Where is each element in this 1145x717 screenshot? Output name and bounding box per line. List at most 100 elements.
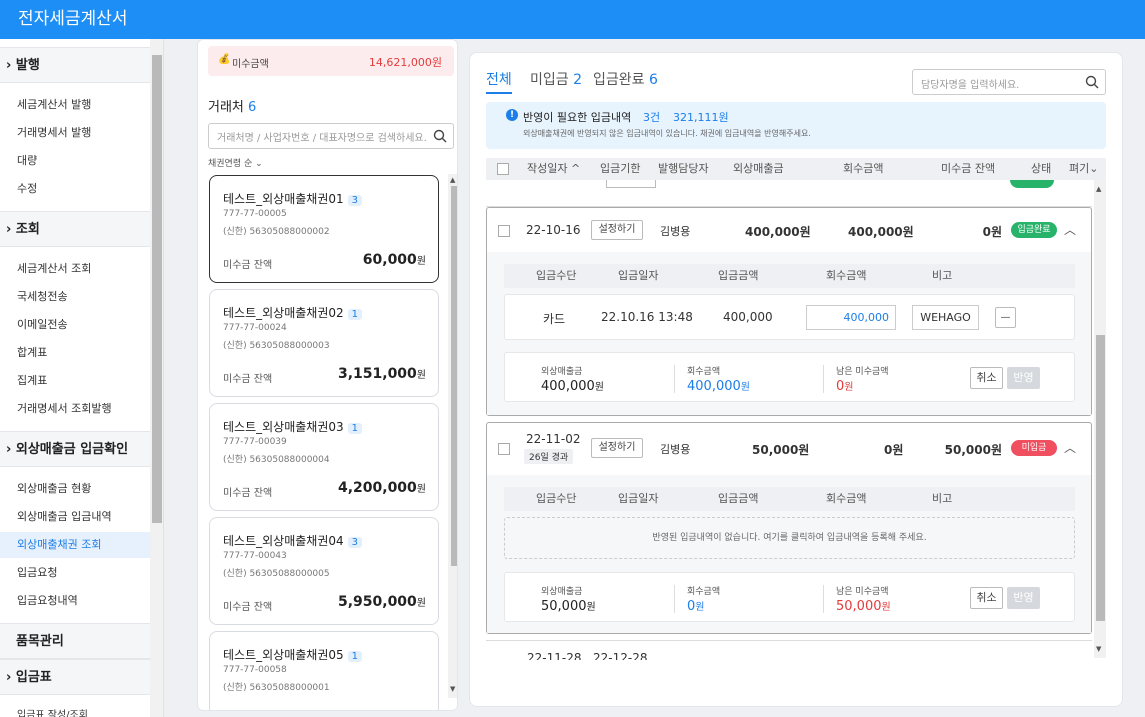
- scroll-up-icon[interactable]: ▲: [1096, 185, 1101, 193]
- tab-unpaid[interactable]: 미입금 2: [530, 69, 582, 89]
- cancel-button[interactable]: 취소: [970, 367, 1003, 389]
- client-card[interactable]: 테스트_외상매출채권05 1 777-77-00058 (신한) 56305088…: [209, 631, 439, 710]
- app-title: 전자세금계산서: [0, 0, 1145, 39]
- sidebar-item[interactable]: 입금요청내역: [0, 588, 150, 614]
- sidebar-item[interactable]: 대량: [0, 148, 150, 174]
- tab-paid[interactable]: 입금완료 6: [593, 69, 658, 89]
- sub-col-method: 입금수단: [536, 269, 577, 282]
- client-name: 테스트_외상매출채권04: [223, 534, 344, 548]
- sum-remain: 50,000원: [836, 598, 891, 614]
- sidebar-section-inquiry[interactable]: › 조회: [0, 211, 150, 247]
- client-list-scrollbar-thumb[interactable]: [451, 186, 457, 566]
- unpaid-label: 미수금액: [232, 59, 269, 70]
- client-card[interactable]: 테스트_외상매출채권02 1 777-77-00024 (신한) 56305088…: [209, 289, 439, 397]
- select-all-checkbox[interactable]: [497, 163, 509, 175]
- col-expand[interactable]: 펴기⌄: [1069, 158, 1098, 180]
- manager-search-input[interactable]: 담당자명을 입력하세요.: [912, 69, 1106, 95]
- sidebar-section-label: 외상매출금 입금확인: [15, 442, 129, 457]
- row-balance: 50,000원: [944, 443, 1002, 457]
- client-panel: 💰 미수금액 14,621,000원 거래처 6 거래처명 / 사업자번호 / …: [197, 39, 458, 711]
- balance-unit: 원: [416, 256, 426, 267]
- sum-collected-label: 회수금액: [687, 367, 721, 377]
- sub-col-collect: 회수금액: [826, 492, 867, 505]
- sidebar-item[interactable]: 외상매출금 현황: [0, 476, 150, 502]
- balance-unit: 원: [416, 598, 426, 609]
- table-row-partial[interactable]: 22-11-28 22-12-28: [486, 640, 1092, 660]
- empty-deposit-message[interactable]: 반영된 입금내역이 없습니다. 여기를 클릭하여 입금내역을 등록해 주세요.: [504, 517, 1075, 559]
- divider: [674, 365, 675, 393]
- deposit-detail: 입금수단 입금일자 입금금액 회수금액 비고 카드 22.10.16 13:48…: [487, 252, 1091, 415]
- deposit-detail: 입금수단 입금일자 입금금액 회수금액 비고 반영된 입금내역이 없습니다. 여…: [487, 475, 1091, 633]
- table-row[interactable]: 22-11-02 26일 경과 설정하기 김병용 50,000원 0원 50,0…: [486, 422, 1092, 634]
- apply-button[interactable]: 반영: [1007, 587, 1040, 609]
- col-manager: 발행담당자: [658, 162, 709, 175]
- sidebar-section-receipt[interactable]: › 입금표: [0, 659, 150, 695]
- sub-col-amount: 입금금액: [718, 269, 759, 282]
- chevron-up-icon[interactable]: ︿: [1064, 221, 1076, 238]
- col-date[interactable]: 작성일자 ^: [527, 158, 580, 180]
- table-row[interactable]: 22-10-16 설정하기 김병용 400,000원 400,000원 0원 입…: [486, 207, 1092, 416]
- chevron-up-icon[interactable]: ︿: [1064, 439, 1076, 456]
- sidebar-item[interactable]: 이메일전송: [0, 312, 150, 338]
- client-card[interactable]: 테스트_외상매출채권03 1 777-77-00039 (신한) 56305088…: [209, 403, 439, 511]
- count-badge: 3: [347, 537, 363, 548]
- sidebar-scrollbar-thumb[interactable]: [152, 55, 162, 523]
- sidebar-item-active[interactable]: 외상매출채권 조회: [0, 532, 150, 558]
- sidebar-item[interactable]: 입금요청: [0, 560, 150, 586]
- sidebar-item[interactable]: 집계표: [0, 368, 150, 394]
- divider: [823, 585, 824, 613]
- collect-amount-input[interactable]: 400,000: [806, 305, 896, 330]
- client-card[interactable]: 테스트_외상매출채권04 3 777-77-00043 (신한) 56305088…: [209, 517, 439, 625]
- sidebar-section-receivables[interactable]: › 외상매출금 입금확인: [0, 431, 150, 467]
- sort-label: 채권연령 순: [208, 159, 253, 169]
- remove-deposit-button[interactable]: —: [995, 307, 1016, 328]
- col-due: 입금기한: [600, 162, 641, 175]
- row-checkbox[interactable]: [498, 443, 510, 455]
- col-balance: 미수금 잔액: [941, 162, 996, 175]
- sum-sales-value: 50,000: [541, 599, 587, 614]
- sidebar-item[interactable]: 국세청전송: [0, 284, 150, 310]
- apply-button[interactable]: 반영: [1007, 367, 1040, 389]
- balance-amount: 3,151,000원: [338, 366, 426, 382]
- sidebar-section-label: 조회: [15, 222, 40, 237]
- search-icon[interactable]: [1085, 75, 1099, 89]
- client-search-input[interactable]: 거래처명 / 사업자번호 / 대표자명으로 검색하세요.: [208, 123, 454, 149]
- client-card[interactable]: 테스트_외상매출채권01 3 777-77-00005 (신한) 56305088…: [209, 175, 439, 283]
- sidebar-item[interactable]: 거래명세서 발행: [0, 120, 150, 146]
- row-date: 22-10-16: [526, 223, 581, 237]
- tab-all[interactable]: 전체: [486, 69, 512, 94]
- sum-remain-label: 남은 미수금액: [836, 587, 889, 597]
- notice-desc: 외상매출채권에 반영되지 않은 입금내역이 있습니다. 채권에 입금내역을 반영…: [523, 129, 811, 138]
- sort-dropdown[interactable]: 채권연령 순 ⌄: [208, 156, 263, 169]
- notice-count: 3건: [643, 111, 661, 124]
- note-input[interactable]: WEHAGO: [912, 305, 979, 330]
- sidebar-item[interactable]: 합계표: [0, 340, 150, 366]
- row-checkbox[interactable]: [498, 225, 510, 237]
- client-regno: 777-77-00005: [223, 209, 287, 219]
- count-badge: 1: [347, 423, 363, 434]
- scroll-down-icon[interactable]: ▼: [1096, 645, 1101, 653]
- sub-col-date: 입금일자: [618, 269, 659, 282]
- sidebar-item[interactable]: 거래명세서 조회발행: [0, 396, 150, 422]
- sidebar-item[interactable]: 수정: [0, 176, 150, 202]
- divider: [674, 585, 675, 613]
- sum-remain-value: 50,000: [836, 599, 882, 614]
- deposit-row[interactable]: 카드 22.10.16 13:48 400,000 400,000 WEHAGO…: [504, 294, 1075, 340]
- scroll-down-icon[interactable]: ▼: [450, 685, 455, 693]
- sidebar-item[interactable]: 세금계산서 발행: [0, 92, 150, 118]
- sidebar-section-issue[interactable]: › 발행: [0, 47, 150, 83]
- cancel-button[interactable]: 취소: [970, 587, 1003, 609]
- search-icon[interactable]: [433, 129, 447, 143]
- sidebar-section-label: 입금표: [15, 670, 52, 685]
- sidebar-item[interactable]: 세금계산서 조회: [0, 256, 150, 282]
- tab-count: 2: [573, 72, 583, 88]
- sidebar-item-partial[interactable]: 입금표 작성/조회: [0, 703, 150, 717]
- table-scrollbar-thumb[interactable]: [1096, 335, 1105, 621]
- client-title-text: 거래처: [208, 100, 244, 115]
- sidebar-section-items[interactable]: 품목관리: [0, 623, 150, 659]
- set-due-button[interactable]: 설정하기: [591, 220, 643, 240]
- scroll-up-icon[interactable]: ▲: [450, 176, 455, 184]
- table-row-partial[interactable]: [486, 180, 1092, 207]
- sidebar-item[interactable]: 외상매출금 입금내역: [0, 504, 150, 530]
- set-due-button[interactable]: 설정하기: [591, 438, 643, 458]
